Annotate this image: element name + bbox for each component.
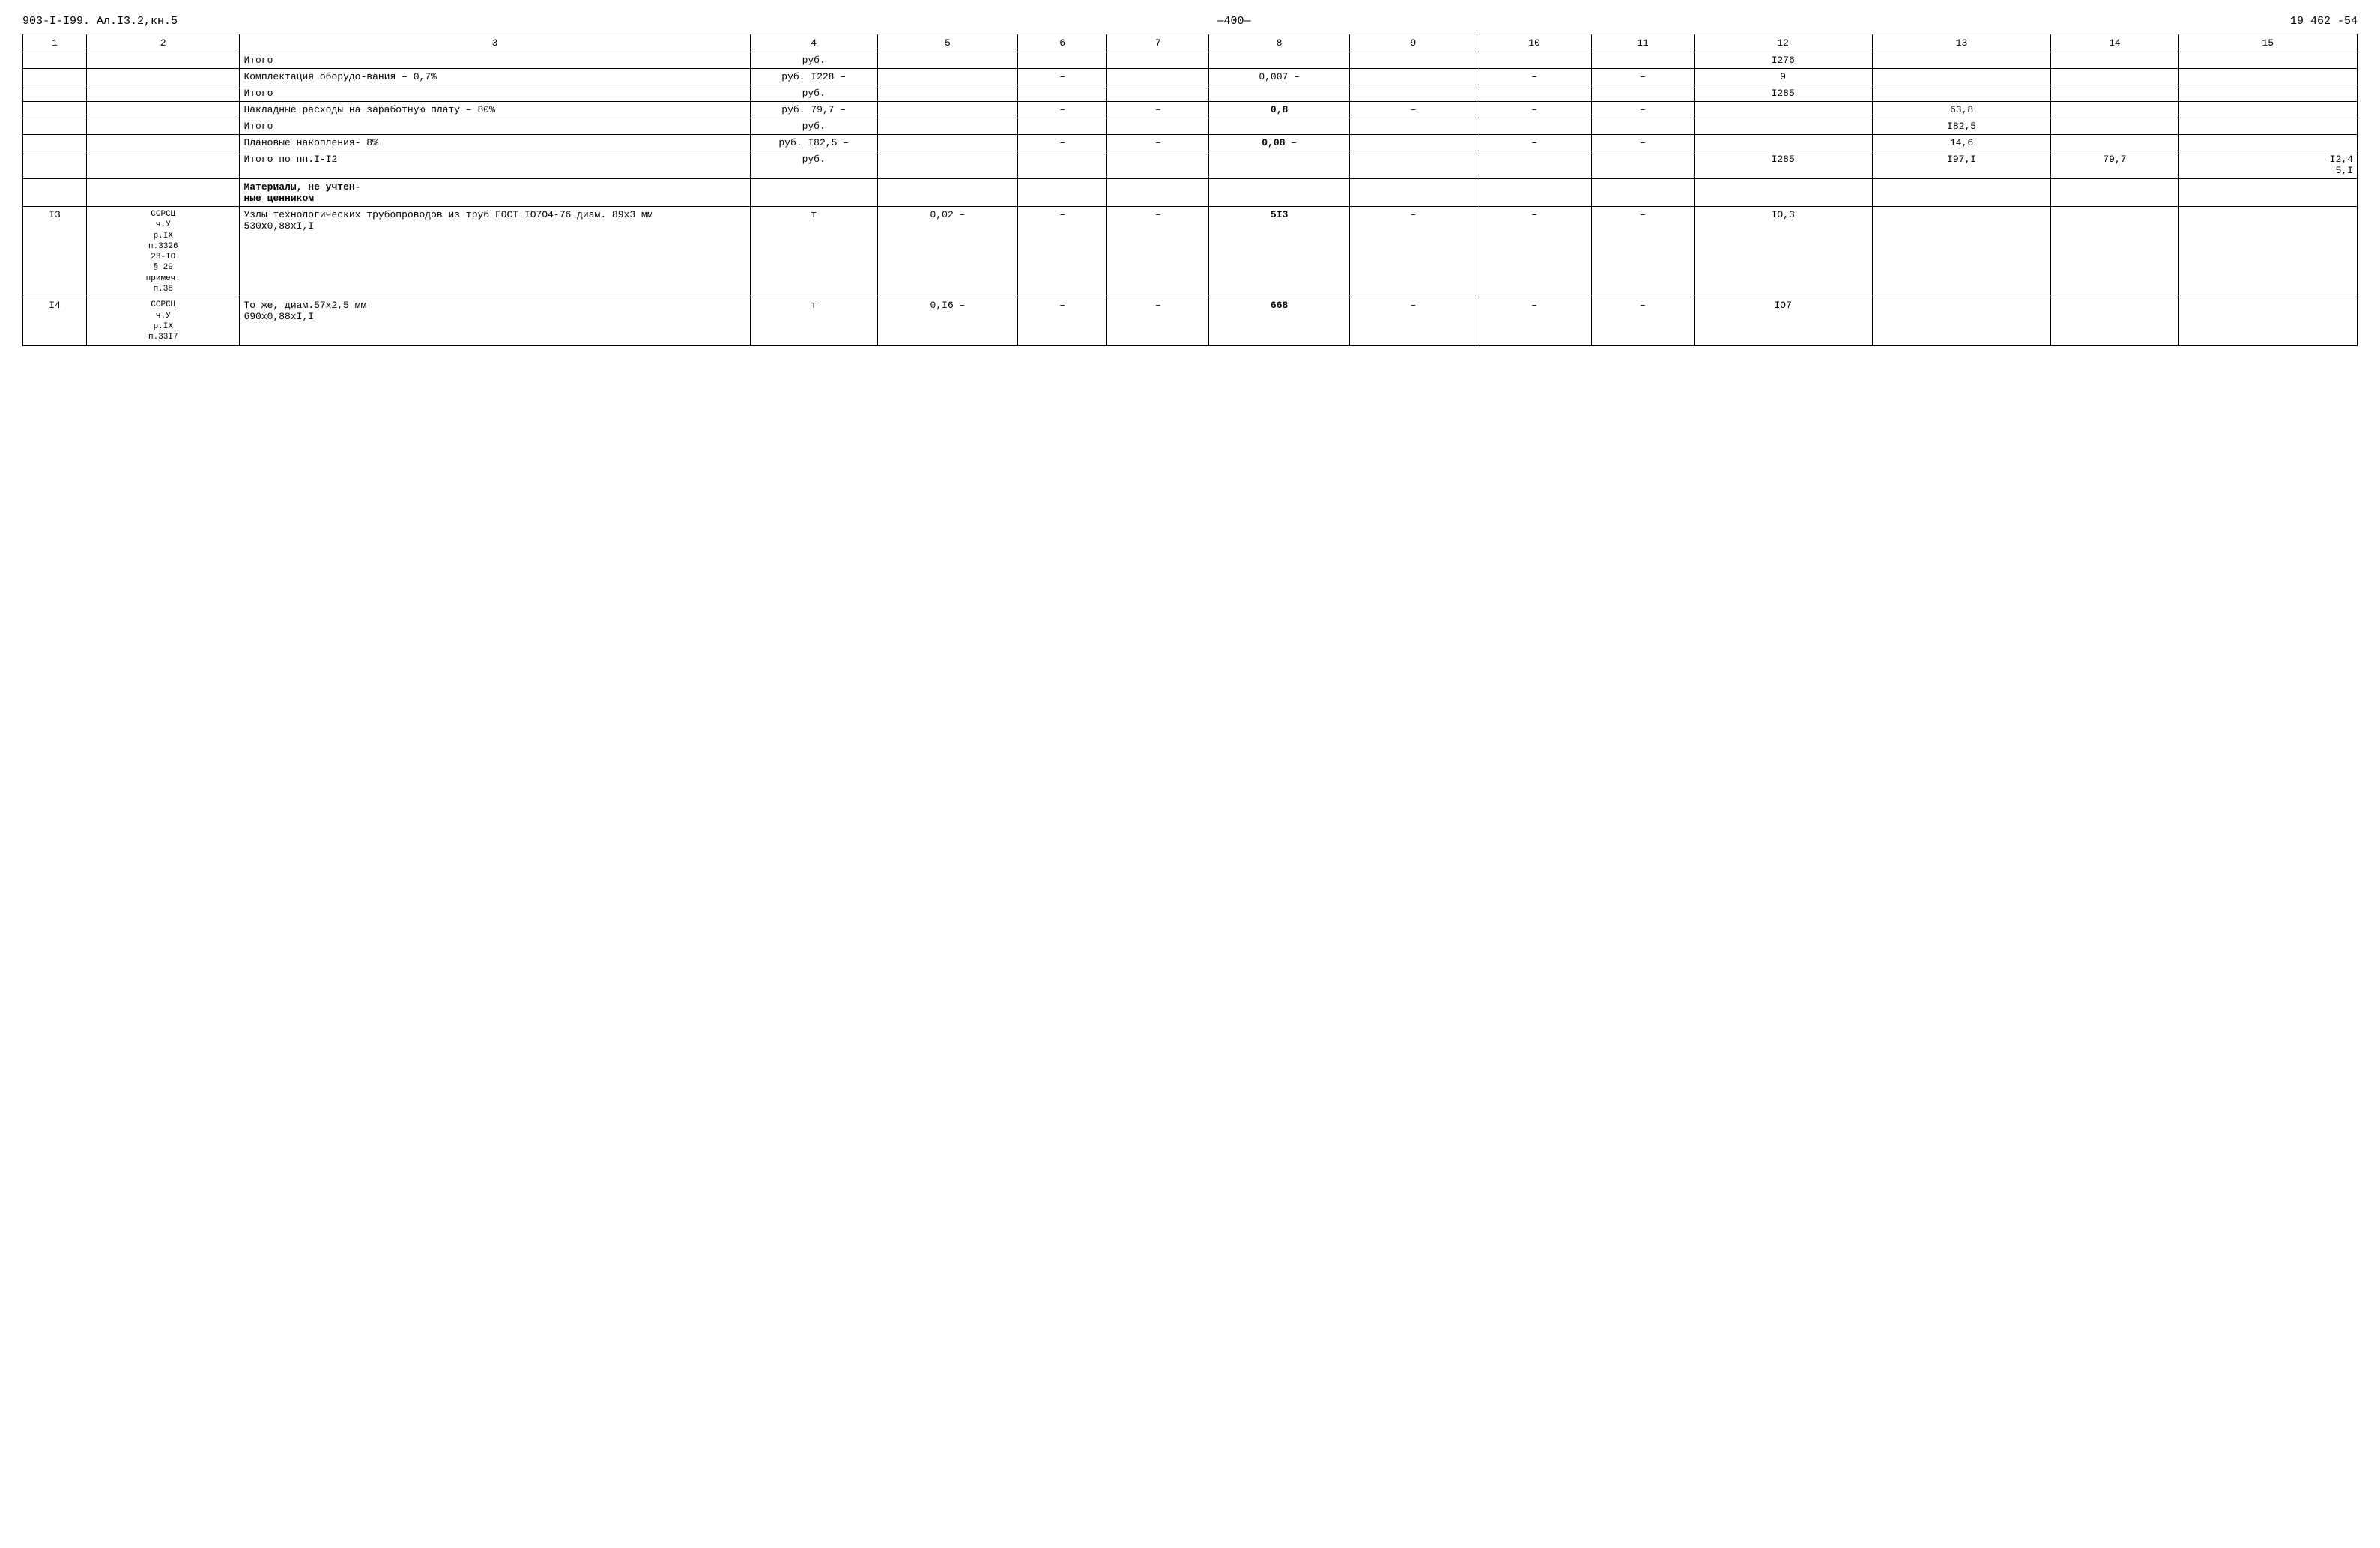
col-header-13: 13 — [1872, 34, 2050, 52]
col-header-10: 10 — [1477, 34, 1592, 52]
table-row: Итого руб. I285 — [23, 85, 2358, 102]
col-header-3: 3 — [240, 34, 750, 52]
page-header: 903-I-I99. Ал.I3.2,кн.5 —400— 19 462 -54 — [22, 15, 2358, 28]
col-header-5: 5 — [877, 34, 1017, 52]
col-header-1: 1 — [23, 34, 87, 52]
table-row: I3 ССРСЦч.Ур.IXп.332623-IO§ 29примеч.п.3… — [23, 207, 2358, 297]
table-row: Итого руб. I82,5 — [23, 118, 2358, 135]
table-row: Комплектация оборудо-вания – 0,7% руб. I… — [23, 69, 2358, 85]
header-right: 19 462 -54 — [2290, 15, 2358, 28]
table-row: Итого по пп.I-I2 руб. I285 I97,I 79,7 I2… — [23, 151, 2358, 179]
header-center: —400— — [1217, 15, 1251, 28]
column-headers: 1 2 3 4 5 6 7 8 9 10 11 12 13 14 15 — [23, 34, 2358, 52]
table-row: I4 ССРСЦч.Ур.IXп.33I7 То же, диам.57х2,5… — [23, 297, 2358, 345]
col-header-8: 8 — [1209, 34, 1349, 52]
col-header-11: 11 — [1592, 34, 1694, 52]
header-left: 903-I-I99. Ал.I3.2,кн.5 — [22, 15, 178, 28]
col-header-15: 15 — [2178, 34, 2357, 52]
col-header-14: 14 — [2051, 34, 2178, 52]
col-header-6: 6 — [1018, 34, 1107, 52]
col-header-9: 9 — [1349, 34, 1477, 52]
col-header-7: 7 — [1107, 34, 1209, 52]
table-row: Плановые накопления- 8% руб. I82,5 – – –… — [23, 135, 2358, 151]
table-row-section: Материалы, не учтен-ные ценником — [23, 179, 2358, 207]
col-header-12: 12 — [1694, 34, 1872, 52]
table-row: Итого руб. I276 — [23, 52, 2358, 69]
table-row: Накладные расходы на заработную плату – … — [23, 102, 2358, 118]
col-header-4: 4 — [750, 34, 877, 52]
main-table: 1 2 3 4 5 6 7 8 9 10 11 12 13 14 15 Итог… — [22, 34, 2358, 346]
col-header-2: 2 — [87, 34, 240, 52]
